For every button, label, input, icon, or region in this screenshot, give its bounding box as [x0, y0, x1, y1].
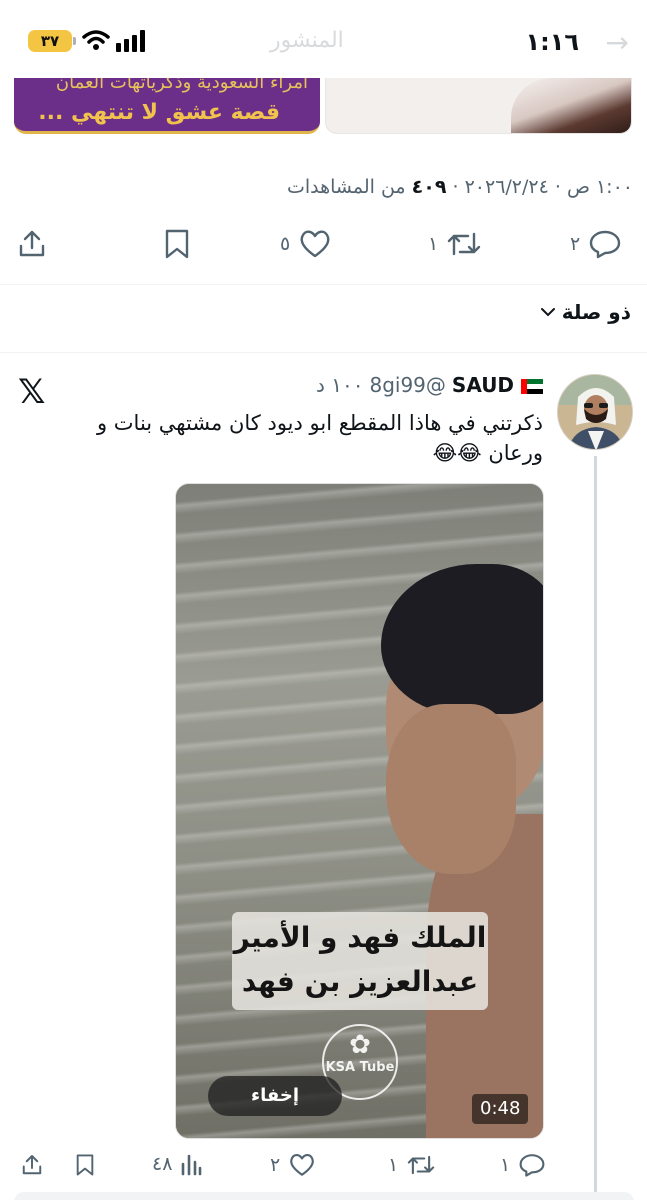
- main-post-actions: ٥ ١ ٢: [0, 228, 647, 268]
- repost-icon: [448, 232, 481, 256]
- heart-icon: [290, 1153, 315, 1176]
- tweet-header: SAUD @8gi99 ١٠٠ د: [316, 373, 543, 397]
- video-duration: 0:48: [472, 1094, 529, 1124]
- post-views-label: من المشاهدات: [286, 176, 406, 198]
- battery-tip: [73, 37, 76, 45]
- avatar[interactable]: [557, 374, 633, 450]
- bookmark-button[interactable]: [74, 1152, 96, 1178]
- post-views-count: ٤٠٩: [411, 176, 447, 198]
- repost-count: ١: [388, 1154, 399, 1176]
- like-count: ٥: [280, 233, 291, 255]
- back-arrow-icon[interactable]: →: [606, 26, 629, 59]
- card-line2: قصة عشق لا تنتهي ...: [38, 100, 280, 125]
- author-handle[interactable]: @8gi99: [369, 373, 445, 397]
- thread-line: [594, 456, 597, 1200]
- reply-count: ١: [500, 1154, 511, 1176]
- views-button[interactable]: ٤٨: [152, 1152, 202, 1176]
- divider: [0, 352, 647, 353]
- repost-icon: [407, 1155, 435, 1175]
- bottom-input-bar[interactable]: [14, 1192, 634, 1200]
- uae-flag-icon: [521, 379, 543, 394]
- palm-icon: ✿: [349, 1030, 371, 1060]
- bookmark-button[interactable]: [162, 228, 192, 260]
- share-icon: [22, 1155, 42, 1175]
- repost-button[interactable]: ١: [428, 228, 482, 260]
- views-count: ٤٨: [152, 1153, 173, 1175]
- reply-icon: [519, 1154, 545, 1177]
- author-name[interactable]: SAUD: [452, 373, 543, 397]
- heart-icon: [300, 230, 330, 258]
- battery-level: ٣٧: [40, 32, 60, 50]
- hide-button[interactable]: إخفاء: [208, 1076, 342, 1116]
- watermark-text: KSA Tube: [325, 1060, 395, 1075]
- video-figure-hand: [386, 704, 516, 874]
- card-line1: أمراء السعودية وذكرياتهات العمان: [55, 78, 308, 93]
- repost-button[interactable]: ١: [388, 1152, 436, 1178]
- related-thread-toggle[interactable]: ذو صلة: [540, 300, 631, 324]
- like-button[interactable]: ٥: [280, 228, 332, 260]
- reply-button[interactable]: ١: [500, 1152, 546, 1178]
- video-player[interactable]: الملك فهد و الأمير عبدالعزيز بن فهد ✿ KS…: [175, 483, 544, 1139]
- bookmark-icon: [165, 229, 189, 259]
- caption-line1: الملك فهد و الأمير: [233, 921, 487, 954]
- reply-button[interactable]: ٢: [570, 228, 622, 260]
- share-button[interactable]: [20, 1152, 44, 1178]
- tweet-time: ١٠٠ د: [315, 373, 364, 397]
- signal-icon: [116, 30, 145, 52]
- views-icon: [182, 1154, 202, 1176]
- like-count: ٢: [270, 1154, 281, 1176]
- bookmark-icon: [76, 1154, 94, 1176]
- status-bar: → ١:١٦ المنشور ٣٧: [0, 0, 647, 80]
- header-title: المنشور: [270, 28, 344, 53]
- card-image: [511, 78, 631, 133]
- tweet-actions: ٤٨ ٢ ١ ١: [0, 1152, 647, 1192]
- caption-line2: عبدالعزيز بن فهد: [241, 965, 479, 998]
- tweet-text: ذكرتني في هاذا المقطع ابو ديود كان مشتهي…: [96, 411, 543, 465]
- divider: [0, 284, 647, 285]
- post-time: ١:٠٠ ص · ٢٠٢٦/٢/٢٤: [464, 176, 633, 198]
- post-meta: ١:٠٠ ص · ٢٠٢٦/٢/٢٤ · ٤٠٩ من المشاهدات: [286, 176, 633, 198]
- chevron-down-icon: [540, 308, 555, 317]
- related-label: ذو صلة: [561, 300, 631, 324]
- battery-icon: ٣٧: [28, 30, 72, 52]
- link-card-left[interactable]: أمراء السعودية وذكرياتهات العمان قصة عشق…: [14, 78, 320, 134]
- link-card-right[interactable]: [325, 78, 632, 134]
- status-time: ١:١٦: [525, 28, 579, 56]
- avatar-image: [558, 375, 632, 449]
- reply-icon: [590, 230, 621, 259]
- x-logo-icon[interactable]: 𝕏: [18, 372, 45, 412]
- wifi-icon: [82, 30, 110, 50]
- video-caption: الملك فهد و الأمير عبدالعزيز بن فهد: [232, 912, 488, 1010]
- author-name-text: SAUD: [451, 373, 515, 397]
- share-icon: [19, 230, 45, 257]
- reply-count: ٢: [570, 233, 581, 255]
- repost-count: ١: [428, 233, 439, 255]
- share-button[interactable]: [16, 228, 48, 260]
- like-button[interactable]: ٢: [270, 1152, 316, 1178]
